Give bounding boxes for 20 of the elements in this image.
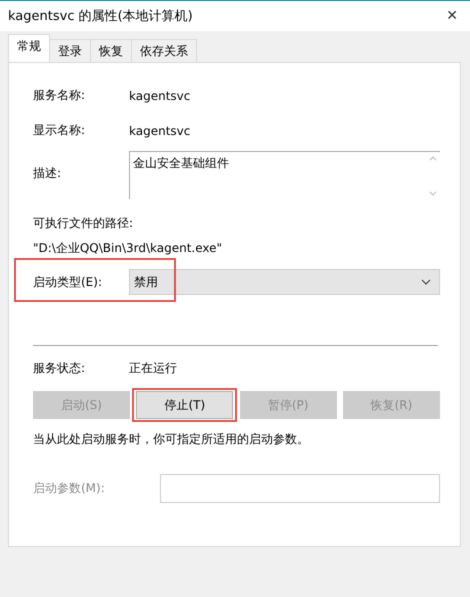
window-title: kagentsvc 的属性(本地计算机) [8,8,193,25]
startup-type-dropdown[interactable]: 禁用 [129,269,440,295]
service-button[interactable]: 停止(T) [136,391,234,419]
service-name-value: kagentsvc [129,88,190,102]
service-status-value: 正在运行 [129,360,177,377]
tab[interactable]: 常规 [8,34,50,62]
field-label: 启动类型(E): [33,274,103,290]
field-label: 服务名称: [33,87,86,104]
hint-text: 当从此处启动服务时，你可指定所适用的启动参数。 [33,431,310,448]
tab[interactable]: 依存关系 [131,39,197,62]
display-name-value: kagentsvc [129,124,190,138]
field-label: 服务状态: [33,360,86,377]
field-label: 显示名称: [33,122,86,139]
field-label: 启动参数(M): [33,480,106,497]
chevron-down-icon [421,279,431,285]
executable-path: "D:\企业QQ\Bin\3rd\kagent.exe" [33,240,224,257]
close-button[interactable]: ✕ [446,8,458,24]
description-field[interactable]: 金山安全基础组件 [129,151,440,199]
field-label: 描述: [33,165,62,182]
field-label: 可执行文件的路径: [33,215,134,232]
